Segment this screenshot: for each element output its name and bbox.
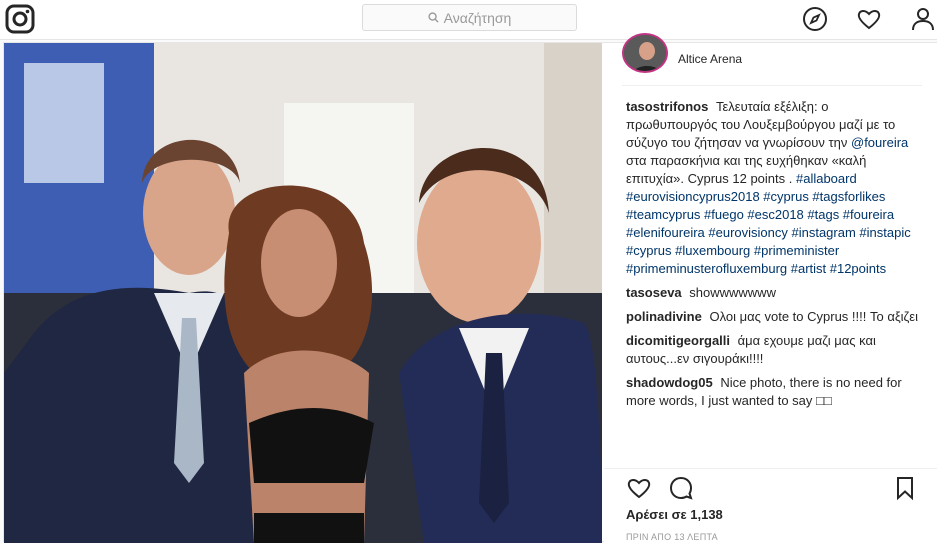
avatar[interactable] (622, 33, 668, 73)
comment-username[interactable]: shadowdog05 (626, 375, 713, 390)
person-icon[interactable] (910, 6, 936, 32)
comment-text: showwwwwww (689, 285, 776, 300)
list-item: polinadivine Ολοι μας vote to Cyprus !!!… (626, 308, 922, 326)
list-item: shadowdog05 Nice photo, there is no need… (626, 374, 922, 410)
comment-username[interactable]: polinadivine (626, 309, 702, 324)
list-item: dicomitigeorgalli άμα εχουμε μαζι μας κα… (626, 332, 922, 368)
post-photo[interactable] (4, 43, 602, 543)
post-header: Altice Arena (622, 33, 922, 86)
instagram-logo-icon[interactable] (5, 4, 35, 34)
post-location[interactable]: Altice Arena (678, 52, 742, 66)
caption-username[interactable]: tasostrifonos (626, 99, 708, 114)
caption-mention[interactable]: @foureira (851, 135, 908, 150)
caption-hashtags[interactable]: #allaboard #eurovisioncyprus2018 #cyprus… (626, 171, 911, 276)
heart-icon[interactable] (856, 6, 882, 32)
search-input[interactable]: Αναζήτηση (362, 4, 577, 31)
top-navigation-bar: Αναζήτηση (0, 0, 937, 40)
heart-icon[interactable] (626, 475, 652, 501)
bookmark-icon[interactable] (892, 475, 918, 501)
comment-text: Ολοι μας vote to Cyprus !!!! Το αξιζει (709, 309, 918, 324)
post-timestamp: ΠΡΙΝ ΑΠΟ 13 ΛΕΠΤΑ (626, 532, 718, 542)
comment-username[interactable]: tasoseva (626, 285, 682, 300)
post-sidebar: Altice Arena tasostrifonos Τελευταία εξέ… (604, 33, 937, 543)
comments-list: tasostrifonos Τελευταία εξέλιξη: ο πρωθυ… (626, 98, 922, 416)
search-icon (428, 12, 439, 23)
comment-username[interactable]: dicomitigeorgalli (626, 333, 730, 348)
post-actions (604, 468, 937, 508)
post-card: Altice Arena tasostrifonos Τελευταία εξέ… (3, 33, 937, 543)
search-placeholder: Αναζήτηση (443, 9, 512, 26)
list-item: tasoseva showwwwwww (626, 284, 922, 302)
comment-icon[interactable] (668, 475, 694, 501)
photo-illustration (4, 43, 602, 543)
likes-count[interactable]: Αρέσει σε 1,138 (626, 507, 723, 522)
caption: tasostrifonos Τελευταία εξέλιξη: ο πρωθυ… (626, 98, 922, 278)
compass-icon[interactable] (802, 6, 828, 32)
